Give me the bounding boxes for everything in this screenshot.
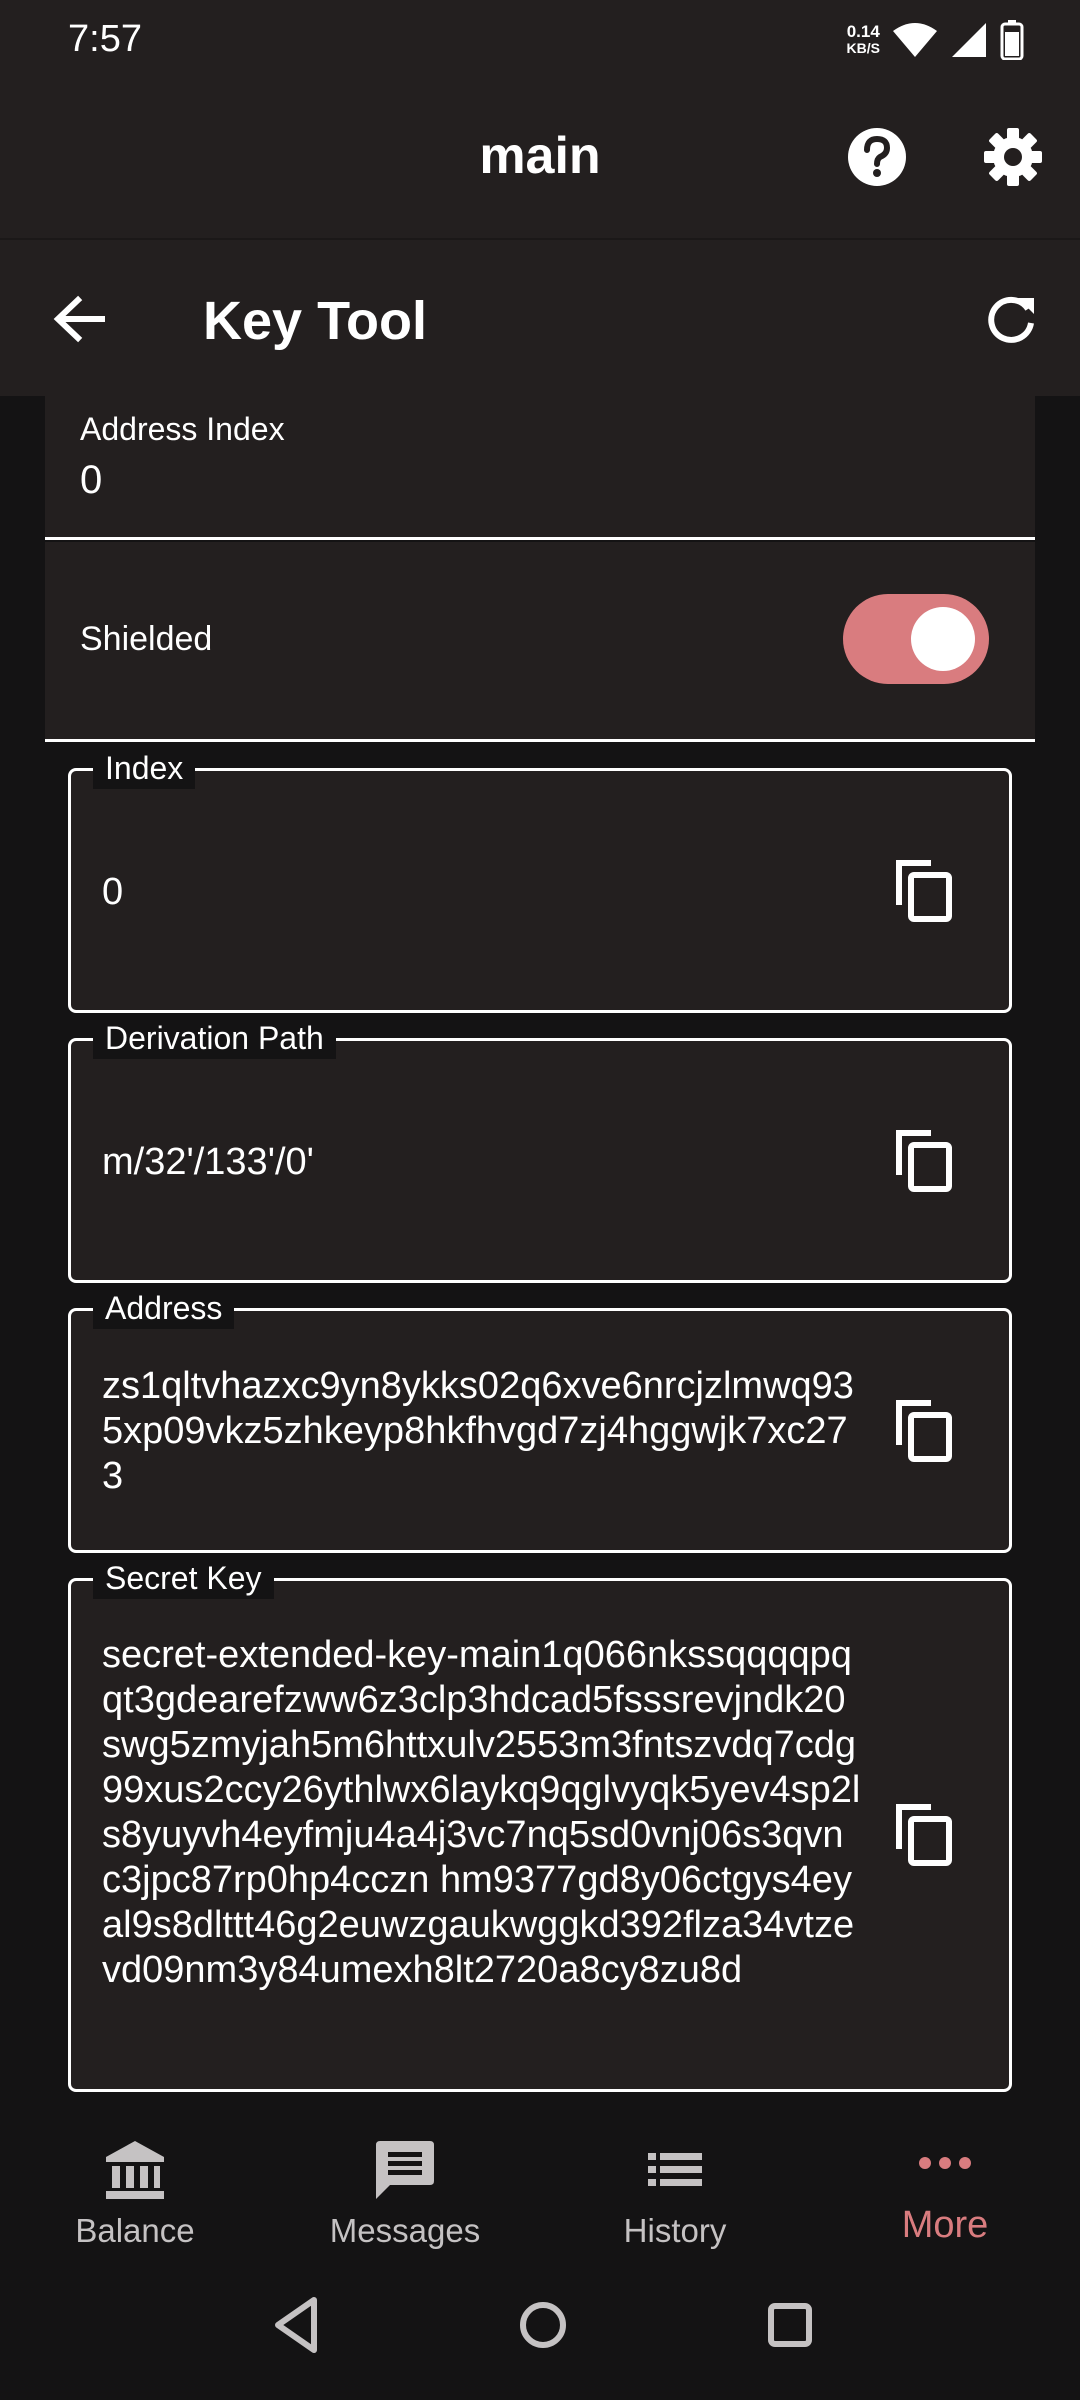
status-time: 7:57 xyxy=(68,18,142,60)
wifi-icon xyxy=(893,23,937,57)
index-value: 0 xyxy=(102,871,124,913)
back-triangle-icon[interactable] xyxy=(264,2290,334,2360)
recents-square-icon[interactable] xyxy=(755,2290,825,2360)
nav-history[interactable]: History xyxy=(555,2104,795,2260)
derivation-path-field: Derivation Path m/32'/133'/0' xyxy=(68,1017,1012,1283)
nav-more[interactable]: More xyxy=(825,2104,1065,2260)
shielded-row: Shielded xyxy=(45,542,1035,742)
key-tool-content: Address Index 0 Shielded Index 0 Derivat… xyxy=(0,396,1080,2104)
help-icon[interactable] xyxy=(846,126,908,188)
copy-derivation-path-icon[interactable] xyxy=(893,1127,953,1193)
derivation-path-label: Derivation Path xyxy=(93,1017,336,1059)
refresh-icon[interactable] xyxy=(982,290,1040,348)
key-tool-app-bar: Key Tool xyxy=(0,238,1080,396)
nav-messages-label: Messages xyxy=(329,2212,481,2249)
secret-key-label: Secret Key xyxy=(93,1557,274,1599)
derivation-path-value: m/32'/133'/0' xyxy=(102,1141,314,1183)
battery-icon xyxy=(1000,20,1024,60)
address-value: zs1qltvhazxc9yn8ykks02q6xve6nrcjzlmwq935… xyxy=(102,1365,854,1497)
nav-balance[interactable]: Balance xyxy=(15,2104,255,2260)
page-title: Key Tool xyxy=(203,291,428,351)
nav-history-label: History xyxy=(623,2212,727,2249)
secret-key-value: secret-extended-key-main1q066nkssqqqqpqq… xyxy=(102,1634,861,1991)
index-field: Index 0 xyxy=(68,747,1012,1013)
address-index-field[interactable]: Address Index 0 xyxy=(45,396,1035,540)
status-bar: 7:57 0.14 KB/S xyxy=(0,0,1080,80)
shielded-label: Shielded xyxy=(80,620,213,658)
status-icons: 0.14 KB/S xyxy=(847,18,1024,62)
network-speed: 0.14 KB/S xyxy=(846,22,880,56)
copy-secret-key-icon[interactable] xyxy=(893,1801,953,1867)
nav-balance-label: Balance xyxy=(75,2212,195,2249)
list-icon xyxy=(648,2153,702,2186)
address-label: Address xyxy=(93,1287,235,1329)
address-index-value[interactable]: 0 xyxy=(80,458,102,503)
bottom-navigation: Balance Messages History More xyxy=(0,2104,1080,2260)
address-field: Address zs1qltvhazxc9yn8ykks02q6xve6nrcj… xyxy=(68,1287,1012,1553)
settings-gear-icon[interactable] xyxy=(982,126,1044,188)
copy-index-icon[interactable] xyxy=(893,857,953,923)
shielded-toggle[interactable] xyxy=(843,594,989,684)
main-app-bar: main xyxy=(0,80,1080,238)
back-arrow-icon[interactable] xyxy=(50,290,108,348)
message-icon xyxy=(376,2141,434,2199)
more-dots-icon xyxy=(919,2157,971,2169)
system-navigation-bar xyxy=(0,2260,1080,2400)
home-circle-icon[interactable] xyxy=(508,2290,578,2360)
address-index-label: Address Index xyxy=(80,411,285,447)
secret-key-field: Secret Key secret-extended-key-main1q066… xyxy=(68,1557,1012,2092)
nav-messages[interactable]: Messages xyxy=(285,2104,525,2260)
cellular-signal-icon xyxy=(952,23,986,57)
bank-icon xyxy=(106,2141,164,2199)
index-label: Index xyxy=(93,747,196,789)
account-title: main xyxy=(479,127,601,185)
nav-more-label: More xyxy=(901,2204,989,2246)
copy-address-icon[interactable] xyxy=(893,1397,953,1463)
toggle-knob xyxy=(911,607,975,671)
